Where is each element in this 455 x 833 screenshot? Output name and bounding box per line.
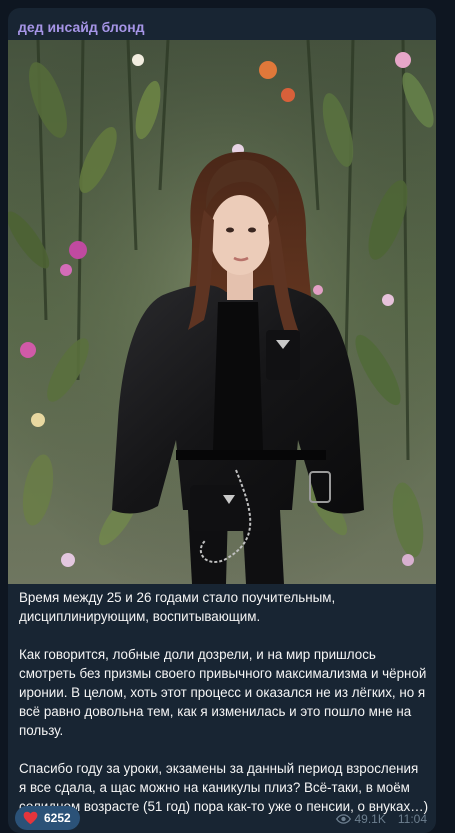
reaction-count: 6252 bbox=[44, 811, 71, 825]
heart-icon bbox=[23, 811, 38, 825]
post-photo[interactable] bbox=[8, 40, 436, 584]
post-paragraph: Время между 25 и 26 годами стало поучите… bbox=[19, 590, 336, 624]
view-count: 49.1K bbox=[354, 812, 386, 826]
post-meta: 49.1K 11:04 bbox=[335, 812, 427, 826]
post-footer: 6252 49.1K 11:04 bbox=[8, 803, 436, 833]
post-time: 11:04 bbox=[397, 812, 427, 826]
channel-name[interactable]: дед инсайд блонд bbox=[18, 18, 145, 36]
eye-icon bbox=[335, 814, 351, 824]
heart-reaction-button[interactable]: 6252 bbox=[15, 806, 80, 830]
post-paragraph: Как говорится, лобные доли дозрели, и на… bbox=[19, 647, 427, 738]
message-bubble[interactable]: дед инсайд блонд Время между 25 и 26 год… bbox=[8, 8, 436, 833]
post-text: Время между 25 и 26 годами стало поучите… bbox=[19, 588, 429, 816]
